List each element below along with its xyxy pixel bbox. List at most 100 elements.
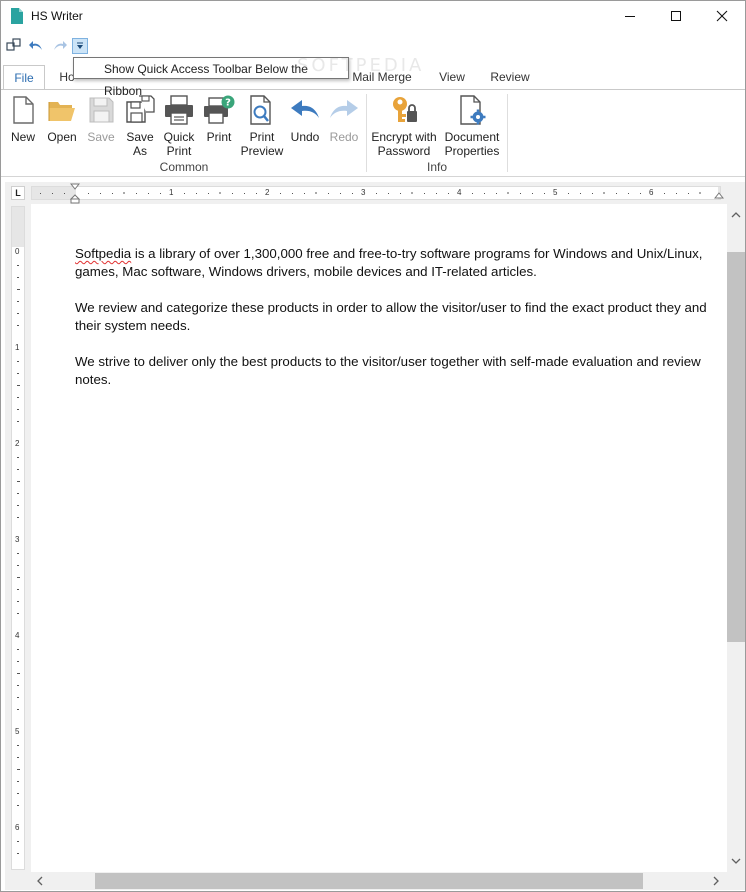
- print-preview-icon: [250, 95, 271, 125]
- horizontal-scroll-thumb[interactable]: [95, 873, 643, 889]
- redo-label: Redo: [329, 130, 359, 144]
- quick-print-icon: [165, 95, 193, 125]
- horizontal-ruler-ticks: [32, 187, 720, 199]
- minimize-button[interactable]: [607, 1, 653, 31]
- save-label: Save: [87, 130, 115, 144]
- open-folder-icon: [48, 102, 75, 121]
- ruler-label-1: 1: [169, 188, 174, 197]
- paragraph-3[interactable]: We strive to deliver only the best produ…: [75, 353, 725, 389]
- ruler-label-2: 2: [265, 188, 270, 197]
- paragraph-1-text: is a library of over 1,300,000 free and …: [75, 246, 703, 279]
- quick-print-label-2: Print: [166, 144, 192, 158]
- scroll-right-button[interactable]: [707, 872, 725, 890]
- close-icon: [716, 10, 728, 22]
- undo-icon: [29, 41, 42, 50]
- redo-arrow-icon: [330, 100, 358, 118]
- tab-file[interactable]: File: [3, 65, 45, 90]
- document-properties-button[interactable]: Document Properties: [439, 92, 505, 158]
- encrypt-label-2: Password: [377, 144, 431, 158]
- vruler-label-0: 0: [15, 247, 20, 256]
- save-as-label-2: As: [132, 144, 147, 158]
- common-group-label: Common: [159, 160, 209, 174]
- vruler-label-1: 1: [15, 343, 20, 352]
- info-group-label: Info: [426, 160, 447, 174]
- vruler-label-5: 5: [15, 727, 20, 736]
- doc-props-label-1: Document: [444, 130, 500, 144]
- app-window: HS Writer Show Quick Access Toolbar Belo…: [0, 0, 746, 892]
- save-as-label-1: Save: [126, 130, 154, 144]
- new-document-icon: [13, 96, 34, 124]
- vertical-ruler[interactable]: 0 1 2 3 4 5 6: [11, 206, 25, 870]
- key-lock-icon: [393, 97, 417, 122]
- quick-print-button[interactable]: Quick Print: [159, 92, 199, 158]
- layout-icon: [6, 38, 21, 51]
- paragraph-2[interactable]: We review and categorize these products …: [75, 299, 725, 335]
- qat-layout-button[interactable]: [5, 35, 23, 55]
- undo-arrow-icon: [291, 100, 319, 118]
- redo-button[interactable]: Redo: [325, 92, 363, 158]
- watermark-text: SOFTPEDIA: [297, 55, 425, 76]
- quick-print-label-1: Quick: [163, 130, 195, 144]
- chevron-left-icon: [37, 876, 43, 886]
- document-editor[interactable]: Softpedia is a library of over 1,300,000…: [31, 204, 727, 872]
- encrypt-label-1: Encrypt with: [371, 130, 437, 144]
- tab-view[interactable]: View: [433, 65, 471, 89]
- open-label: Open: [47, 130, 77, 144]
- title-bar: HS Writer: [1, 1, 745, 31]
- open-button[interactable]: Open: [43, 92, 81, 158]
- document-gear-icon: [460, 95, 486, 125]
- print-preview-button[interactable]: Print Preview: [239, 92, 285, 158]
- window-title: HS Writer: [31, 9, 83, 23]
- scrollbar-corner: [727, 872, 745, 890]
- indent-marker-icon[interactable]: [70, 183, 80, 205]
- vruler-label-6: 6: [15, 823, 20, 832]
- svg-text:?: ?: [225, 98, 231, 109]
- vruler-label-3: 3: [15, 535, 20, 544]
- vertical-ruler-area: 0 1 2 3 4 5 6: [5, 204, 31, 872]
- chevron-down-icon: [77, 42, 83, 49]
- ribbon-group-separator: [507, 94, 508, 172]
- tab-review[interactable]: Review: [485, 65, 535, 89]
- undo-label: Undo: [290, 130, 320, 144]
- minimize-icon: [625, 16, 635, 17]
- redo-icon: [54, 41, 67, 50]
- qat-redo-button[interactable]: [51, 35, 69, 55]
- horizontal-ruler[interactable]: 1 2 3 4 5 6: [31, 183, 724, 204]
- scroll-left-button[interactable]: [31, 872, 49, 890]
- paragraph-1[interactable]: Softpedia is a library of over 1,300,000…: [75, 245, 725, 281]
- horizontal-ruler-area: L 1 2 3 4 5 6: [5, 182, 745, 204]
- right-indent-marker-icon[interactable]: [714, 191, 724, 201]
- vertical-scrollbar[interactable]: [727, 204, 745, 872]
- misspelled-word[interactable]: Softpedia: [75, 246, 131, 261]
- close-button[interactable]: [699, 1, 745, 31]
- maximize-icon: [671, 11, 681, 21]
- qat-customize-dropdown[interactable]: [72, 38, 88, 54]
- new-label: New: [10, 130, 35, 144]
- vruler-label-2: 2: [15, 439, 20, 448]
- chevron-down-icon: [731, 858, 741, 864]
- undo-button[interactable]: Undo: [285, 92, 325, 158]
- tab-stop-selector[interactable]: L: [11, 186, 25, 200]
- vertical-scroll-thumb[interactable]: [727, 252, 745, 642]
- encrypt-password-button[interactable]: Encrypt with Password: [369, 92, 439, 158]
- scroll-up-button[interactable]: [727, 206, 745, 224]
- scroll-down-button[interactable]: [727, 852, 745, 870]
- print-preview-label-1: Print: [249, 130, 275, 144]
- quick-access-toolbar: [1, 35, 111, 57]
- maximize-button[interactable]: [653, 1, 699, 31]
- scrollbar-left-pad: [5, 872, 31, 890]
- horizontal-scrollbar[interactable]: [31, 872, 727, 890]
- print-button[interactable]: ? Print: [199, 92, 239, 158]
- new-button[interactable]: New: [5, 92, 41, 158]
- ruler-label-3: 3: [361, 188, 366, 197]
- app-document-icon: [11, 8, 23, 24]
- chevron-up-icon: [731, 212, 741, 218]
- doc-props-label-2: Properties: [444, 144, 500, 158]
- ruler-label-6: 6: [649, 188, 654, 197]
- ruler-label-5: 5: [553, 188, 558, 197]
- ribbon: New Open Save Save As Quick Print ? Prin…: [1, 89, 745, 177]
- print-preview-label-2: Preview: [240, 144, 284, 158]
- qat-undo-button[interactable]: [27, 35, 45, 55]
- vruler-label-4: 4: [15, 631, 20, 640]
- chevron-right-icon: [713, 876, 719, 886]
